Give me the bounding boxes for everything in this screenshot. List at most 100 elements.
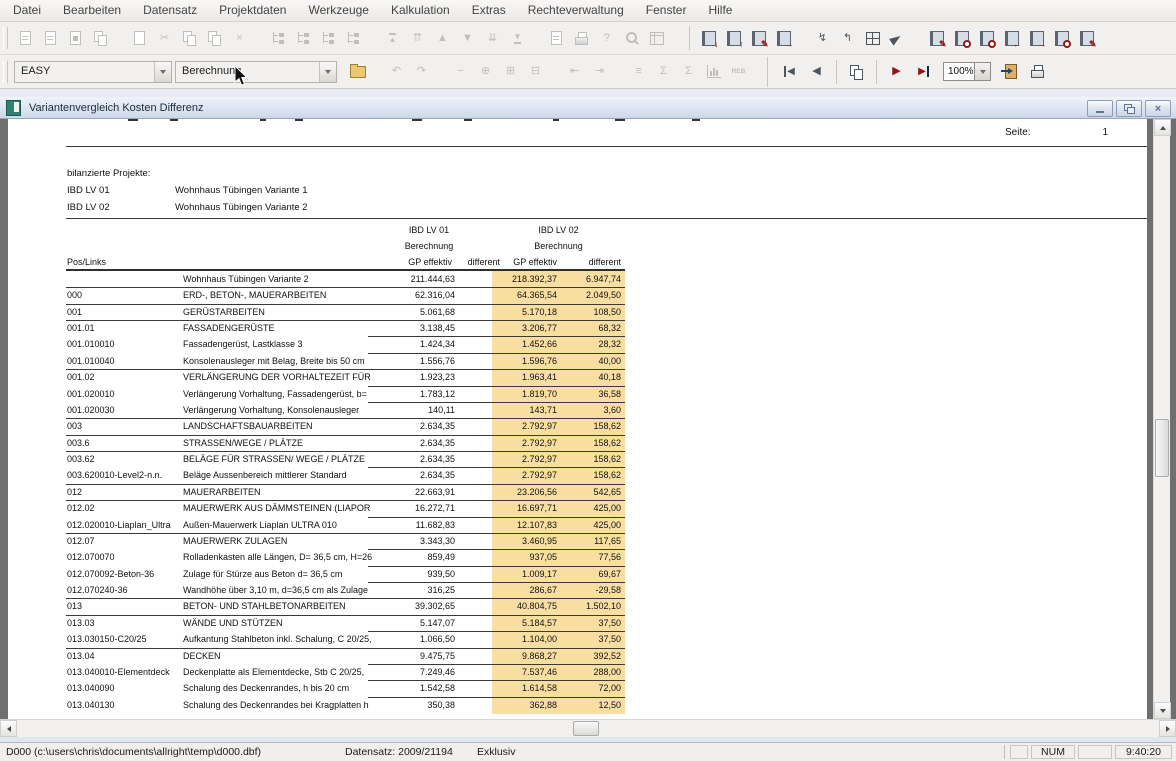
page-number-value: 1 [1058,127,1108,138]
cell-pos: 001 [67,304,183,320]
vertical-scrollbar[interactable] [1153,119,1170,719]
cell-pos: 013.040010-Elementdeck [67,664,183,680]
table-row: 003.62BELÄGE FÜR STRASSEN/ WEGE / PLÄTZE… [66,451,626,467]
toolbar2-drag-handle[interactable] [3,61,8,83]
promote-button[interactable]: ↰ [835,26,860,51]
clipped-header-fragment [128,119,138,121]
copy-button [177,26,202,51]
minimize-button[interactable] [1087,100,1113,117]
edit-catalog-button[interactable]: ✎ [924,26,949,51]
scroll-left-button[interactable] [0,720,17,737]
paste-button [202,26,227,51]
divider [66,146,1147,147]
sum-positions-button: Σ [651,59,676,84]
close-button[interactable]: × [1145,100,1171,117]
load-from-project-button[interactable]: ↑ [721,26,746,51]
cell-gp-variant2: 5.184,57 [492,615,557,631]
menu-datei[interactable]: Datei [2,0,52,21]
toolbar-layout: EASY Berechnung ↶↷−⊕⊞⊟⇤⇥≡ΣΣREB ◀◀▶▶100% [0,55,1176,89]
import-texts-button[interactable]: ← [999,26,1024,51]
cell-pos: 012.070070 [67,549,183,565]
menu-bearbeiten[interactable]: Bearbeiten [52,0,132,21]
cell-difference: 12,50 [557,697,621,713]
cell-pos: 001.010040 [67,353,183,369]
cell-gp-variant1: 2.634,35 [338,435,455,451]
transfer-document-button[interactable]: → [771,26,796,51]
clipped-header-fragment [464,119,472,121]
toolbar-drag-handle[interactable] [3,27,8,49]
form-view-icon [94,31,107,45]
search-positions-button[interactable] [1049,26,1074,51]
export-texts-button[interactable]: → [1024,26,1049,51]
goto-position-button[interactable] [885,26,910,51]
table-row: 013.03WÄNDE UND STÜTZEN5.147,075.184,573… [66,615,626,631]
new-item-icon [134,31,145,45]
edit-texts-button[interactable]: ✎ [1074,26,1099,51]
scroll-up-button[interactable] [1154,119,1171,136]
tile-windows-button[interactable] [860,26,885,51]
menu-werkzeuge[interactable]: Werkzeuge [297,0,379,21]
output-to-end-button[interactable]: ▶ [910,59,937,84]
close-preview-button[interactable] [997,59,1024,84]
scroll-right-button[interactable] [1159,720,1176,737]
save-into-project-icon: ↓ [702,31,716,46]
prev-page-button[interactable]: ◀ [803,59,830,84]
restore-button[interactable] [1116,100,1142,117]
first-page-button[interactable]: ◀ [776,59,803,84]
edit-texts-icon: ✎ [1080,31,1094,46]
vertical-scrollbar-thumb[interactable] [1155,419,1169,477]
cell-difference: 40,00 [557,353,621,369]
open-layout-button[interactable] [345,59,370,84]
transfer-document-icon: → [777,31,791,46]
cell-pos: 012 [67,484,183,500]
table-row: 003LANDSCHAFTSBAUARBEITEN2.634,352.792,9… [66,418,626,434]
cell-gp-variant2: 143,71 [492,402,557,418]
image-view-button [63,26,88,51]
table-row: 013BETON- UND STAHLBETONARBEITEN39.302,6… [66,598,626,614]
balanced-projects-label: bilanzierte Projekte: [67,168,150,179]
clipped-header-fragment [260,119,266,121]
print-page-button[interactable] [1024,59,1051,84]
clipped-header-fragment [692,119,700,121]
menu-datensatz[interactable]: Datensatz [132,0,208,21]
menu-fenster[interactable]: Fenster [635,0,698,21]
view-combobox[interactable]: Berechnung [175,61,337,83]
page-setup-icon [551,31,562,45]
cell-difference: 108,50 [557,304,621,320]
zoom-select[interactable]: 100% [943,62,991,81]
save-into-project-button[interactable]: ↓ [696,26,721,51]
cell-gp-variant1: 859,49 [338,549,455,565]
cell-gp-variant2: 1.452,66 [492,336,557,352]
view-combobox-dropdown[interactable] [319,62,336,82]
cell-pos: 003.6 [67,435,183,451]
table-row: 012.020010-Liaplan_UltraAußen-Mauerwerk … [66,517,626,533]
cell-difference: 69,67 [557,566,621,582]
layout-combobox-dropdown[interactable] [154,62,171,82]
edit-document-button[interactable]: ✎ [746,26,771,51]
search-texts-button[interactable] [974,26,999,51]
search-catalog-button[interactable] [949,26,974,51]
menu-projektdaten[interactable]: Projektdaten [208,0,297,21]
scroll-down-button[interactable] [1154,702,1171,719]
cell-gp-variant2: 1.614,58 [492,680,557,696]
layout-combobox[interactable]: EASY [14,61,172,83]
horizontal-scrollbar-thumb[interactable] [573,721,599,736]
mouse-cursor [234,66,249,89]
zoom-dropdown[interactable] [974,63,990,80]
search-button [619,26,644,51]
document-icon [6,100,21,116]
insert-below-icon: ⊟ [531,66,540,77]
horizontal-scrollbar[interactable] [0,719,1176,737]
menu-extras[interactable]: Extras [461,0,517,21]
copy-page-button[interactable] [843,59,870,84]
start-output-button[interactable]: ▶ [883,59,910,84]
table-row: 013.040130Schalung des Deckenrandes bei … [66,697,626,713]
menu-rechteverwaltung[interactable]: Rechteverwaltung [517,0,635,21]
move-to-bottom-button: ▼ [505,26,530,51]
cell-pos: 012.07 [67,533,183,549]
menu-kalkulation[interactable]: Kalkulation [380,0,461,21]
demote-button[interactable]: ↯ [810,26,835,51]
document-page: Seite: 1 bilanzierte Projekte: IBD LV 01… [8,119,1147,719]
form-view-button [88,26,113,51]
menu-hilfe[interactable]: Hilfe [697,0,743,21]
